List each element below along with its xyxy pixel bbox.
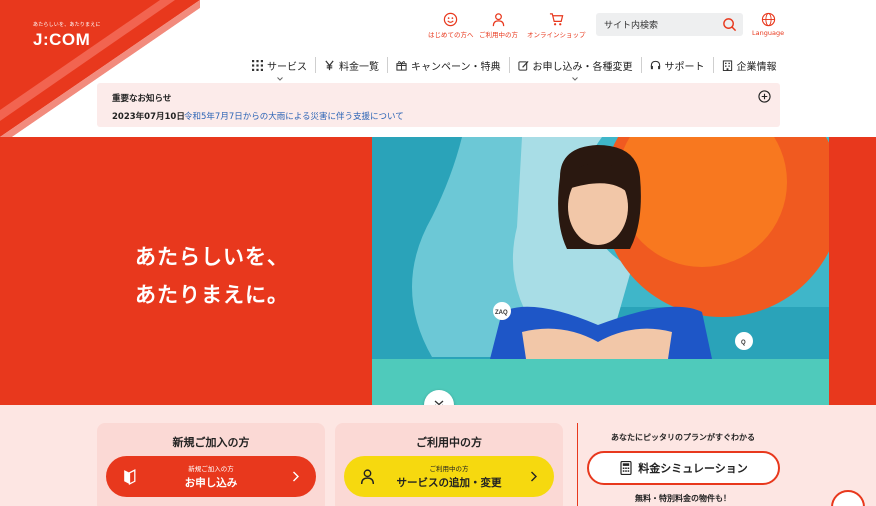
globe-icon — [761, 12, 775, 27]
hero-line-1: あたらしいを、 — [135, 245, 289, 269]
mascot-left-label: ZAQ — [495, 310, 508, 316]
hero-line-2: あたりまえに。 — [135, 283, 289, 307]
entry-section: 新規ご加入の方 新規ご加入の方 お申し込み ご利用中の方 ご利用中の方 サービス… — [0, 405, 876, 506]
main-nav: サービス 料金一覧 キャンペーン・特典 お申し込み・各種変更 サポート 企業情報 — [244, 57, 785, 81]
beginner-mark-icon — [124, 469, 136, 485]
hero-photo: ZAQ Q — [372, 137, 829, 405]
cta-small-label: 新規ご加入の方 — [188, 465, 234, 473]
nav-label: 料金一覧 — [339, 61, 379, 73]
search-icon[interactable] — [722, 17, 737, 32]
online-shop-link[interactable]: オンラインショップ — [527, 12, 586, 39]
new-customer-title: 新規ご加入の方 — [172, 436, 250, 449]
chevron-down-icon — [572, 77, 578, 81]
building-icon — [722, 59, 732, 71]
calculator-icon — [620, 461, 632, 475]
chevron-right-icon — [293, 471, 299, 482]
jcom-logo[interactable]: J:COM — [33, 30, 90, 50]
nav-label: お申し込み・各種変更 — [532, 61, 633, 73]
edit-icon — [517, 60, 529, 71]
first-time-label: はじめての方へ — [428, 31, 474, 39]
nav-item-company[interactable]: 企業情報 — [712, 57, 785, 73]
smile-icon — [444, 12, 458, 27]
gift-icon — [396, 60, 407, 71]
current-users-label: ご利用中の方 — [479, 31, 518, 39]
nav-item-support[interactable]: サポート — [640, 57, 713, 73]
existing-customer-card: ご利用中の方 ご利用中の方 サービスの追加・変更 — [335, 423, 563, 506]
simulation-button-label: 料金シミュレーション — [638, 462, 748, 475]
new-customer-card: 新規ご加入の方 新規ご加入の方 お申し込み — [97, 423, 325, 506]
simulation-note: 無料・特別料金の物件も！ — [635, 494, 731, 503]
chevron-right-icon — [531, 471, 537, 482]
section-divider — [577, 423, 578, 506]
search-placeholder: サイト内検索 — [604, 21, 659, 31]
first-time-link[interactable]: はじめての方へ — [428, 12, 474, 39]
current-users-link[interactable]: ご利用中の方 — [479, 12, 518, 39]
person-icon — [492, 13, 505, 27]
chevron-down-icon — [276, 77, 283, 81]
grid-icon — [252, 59, 263, 71]
nav-item-prices[interactable]: 料金一覧 — [315, 57, 387, 73]
hero-copy: あたらしいを、 あたりまえに。 — [135, 238, 289, 314]
cta-small-label: ご利用中の方 — [429, 465, 469, 473]
nav-label: キャンペーン・特典 — [411, 61, 501, 73]
nav-label: サポート — [664, 61, 705, 73]
notice-date: 2023年07月10日 — [112, 112, 185, 122]
brand-tagline: あたらしいを、あたりまえに — [33, 22, 101, 28]
language-link[interactable]: Language — [752, 12, 784, 37]
cta-big-label: お申し込み — [184, 477, 238, 489]
notice-link[interactable]: 令和5年7月7日からの大雨による災害に伴う支援について — [184, 110, 404, 122]
online-shop-label: オンラインショップ — [527, 31, 586, 39]
plus-circle-icon[interactable] — [758, 90, 771, 103]
nav-item-apply[interactable]: お申し込み・各種変更 — [508, 57, 641, 81]
nav-item-campaign[interactable]: キャンペーン・特典 — [387, 57, 509, 73]
person-icon — [360, 469, 375, 484]
cta-big-label: サービスの追加・変更 — [396, 477, 502, 489]
existing-customer-title: ご利用中の方 — [416, 436, 482, 449]
nav-label: 企業情報 — [736, 61, 777, 73]
price-simulation-button[interactable]: 料金シミュレーション — [587, 451, 780, 485]
hero-banner[interactable]: あたらしいを、 あたりまえに。 ZAQ Q — [0, 137, 876, 405]
headset-icon — [650, 60, 660, 69]
yen-icon — [325, 60, 334, 70]
existing-customer-change-button[interactable]: ご利用中の方 サービスの追加・変更 — [344, 456, 554, 497]
simulation-lead: あなたにピッタリのプランがすぐわかる — [611, 433, 755, 442]
language-label: Language — [752, 29, 785, 37]
search-input[interactable]: サイト内検索 — [596, 13, 743, 36]
nav-item-services[interactable]: サービス — [244, 57, 315, 81]
cart-icon — [549, 13, 564, 26]
mascot-right-label: Q — [741, 340, 746, 346]
notice-title: 重要なお知らせ — [112, 94, 172, 104]
important-notice: 重要なお知らせ 2023年07月10日 令和5年7月7日からの大雨による災害に伴… — [97, 83, 780, 127]
new-customer-apply-button[interactable]: 新規ご加入の方 お申し込み — [106, 456, 316, 497]
nav-label: サービス — [267, 61, 307, 73]
